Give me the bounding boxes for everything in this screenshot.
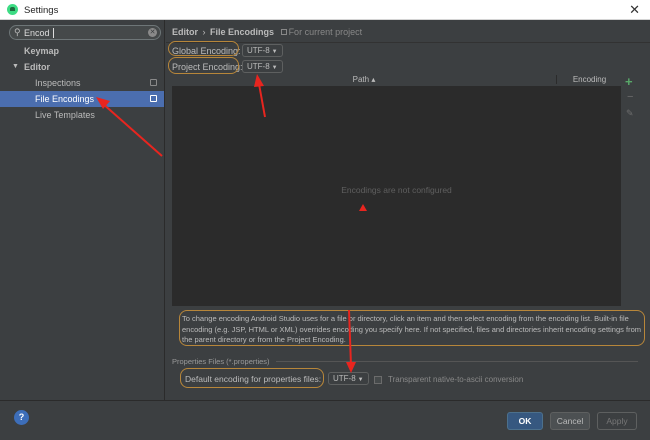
sidebar-item-inspections[interactable]: Inspections	[0, 75, 164, 91]
sidebar-item-label: File Encodings	[35, 94, 95, 104]
dialog-footer: ? OK Cancel Apply	[0, 400, 650, 440]
window-title: Settings	[24, 5, 59, 16]
project-scope-icon	[150, 95, 157, 102]
properties-section-title: Properties Files (*.properties)	[172, 357, 270, 366]
sidebar-item-editor[interactable]: ▼ Editor	[0, 59, 164, 75]
android-studio-icon	[7, 4, 18, 15]
header-divider	[166, 42, 650, 43]
sidebar-item-keymap[interactable]: Keymap	[0, 43, 164, 59]
breadcrumb-parent: Editor	[172, 27, 198, 37]
search-icon: ⚲	[14, 27, 21, 37]
encoding-help-text: To change encoding Android Studio uses f…	[182, 314, 641, 344]
properties-encoding-dropdown[interactable]: UTF-8 ▼	[328, 372, 369, 385]
add-icon[interactable]: +	[625, 74, 633, 89]
section-divider	[276, 361, 638, 362]
sidebar-item-label: Keymap	[24, 46, 60, 56]
project-scope-icon	[150, 79, 157, 86]
transparent-conversion-label[interactable]: Transparent native-to-ascii conversion	[388, 375, 523, 384]
title-bar: Settings ✕	[0, 0, 650, 20]
search-input[interactable]: Encod	[24, 28, 50, 38]
settings-tree: Keymap ▼ Editor Inspections File Encodin…	[0, 43, 164, 123]
help-icon[interactable]: ?	[14, 410, 29, 425]
chevron-down-icon: ▼	[271, 49, 278, 55]
global-encoding-dropdown[interactable]: UTF-8 ▼	[242, 44, 283, 57]
settings-search-field[interactable]: ⚲ Encod ✕	[9, 25, 161, 40]
properties-default-encoding-label: Default encoding for properties files:	[185, 374, 322, 384]
transparent-conversion-checkbox[interactable]	[374, 376, 382, 384]
empty-table-message: Encodings are not configured	[341, 185, 452, 195]
project-encoding-dropdown[interactable]: UTF-8 ▼	[242, 60, 283, 73]
cancel-button[interactable]: Cancel	[550, 412, 590, 430]
breadcrumb: Editor › File Encodings For current proj…	[172, 27, 362, 37]
sidebar-item-label: Editor	[24, 62, 50, 72]
file-encodings-panel: Editor › File Encodings For current proj…	[166, 20, 650, 400]
global-encoding-value: UTF-8	[247, 46, 270, 55]
project-encoding-value: UTF-8	[247, 62, 270, 71]
remove-icon[interactable]: −	[627, 91, 633, 103]
sidebar-item-live-templates[interactable]: Live Templates	[0, 107, 164, 123]
global-encoding-label: Global Encoding:	[172, 46, 241, 56]
column-header-path[interactable]: Path ▴	[172, 75, 557, 84]
expand-arrow-icon[interactable]: ▼	[12, 59, 19, 75]
table-header: Path ▴ Encoding	[172, 74, 621, 87]
properties-encoding-value: UTF-8	[333, 374, 356, 383]
breadcrumb-separator: ›	[202, 27, 206, 37]
text-cursor	[53, 28, 54, 38]
project-scope-icon	[280, 29, 287, 35]
sidebar-item-label: Live Templates	[35, 110, 95, 120]
ok-button[interactable]: OK	[507, 412, 543, 430]
close-icon[interactable]: ✕	[629, 2, 640, 18]
breadcrumb-current: File Encodings	[210, 27, 275, 37]
chevron-down-icon: ▼	[357, 377, 364, 383]
edit-icon[interactable]: ✎	[626, 108, 634, 119]
settings-sidebar: ⚲ Encod ✕ Keymap ▼ Editor Inspections Fi…	[0, 20, 165, 400]
encodings-table[interactable]: Path ▴ Encoding Encodings are not config…	[172, 74, 621, 306]
chevron-down-icon: ▼	[271, 65, 278, 71]
apply-button[interactable]: Apply	[597, 412, 637, 430]
clear-search-icon[interactable]: ✕	[148, 28, 157, 37]
sidebar-item-label: Inspections	[35, 78, 81, 88]
project-scope-note: For current project	[280, 27, 363, 37]
project-scope-label: For current project	[288, 27, 363, 37]
project-encoding-label: Project Encoding:	[172, 62, 243, 72]
sidebar-item-file-encodings[interactable]: File Encodings	[0, 91, 164, 107]
column-header-encoding[interactable]: Encoding	[558, 75, 621, 84]
